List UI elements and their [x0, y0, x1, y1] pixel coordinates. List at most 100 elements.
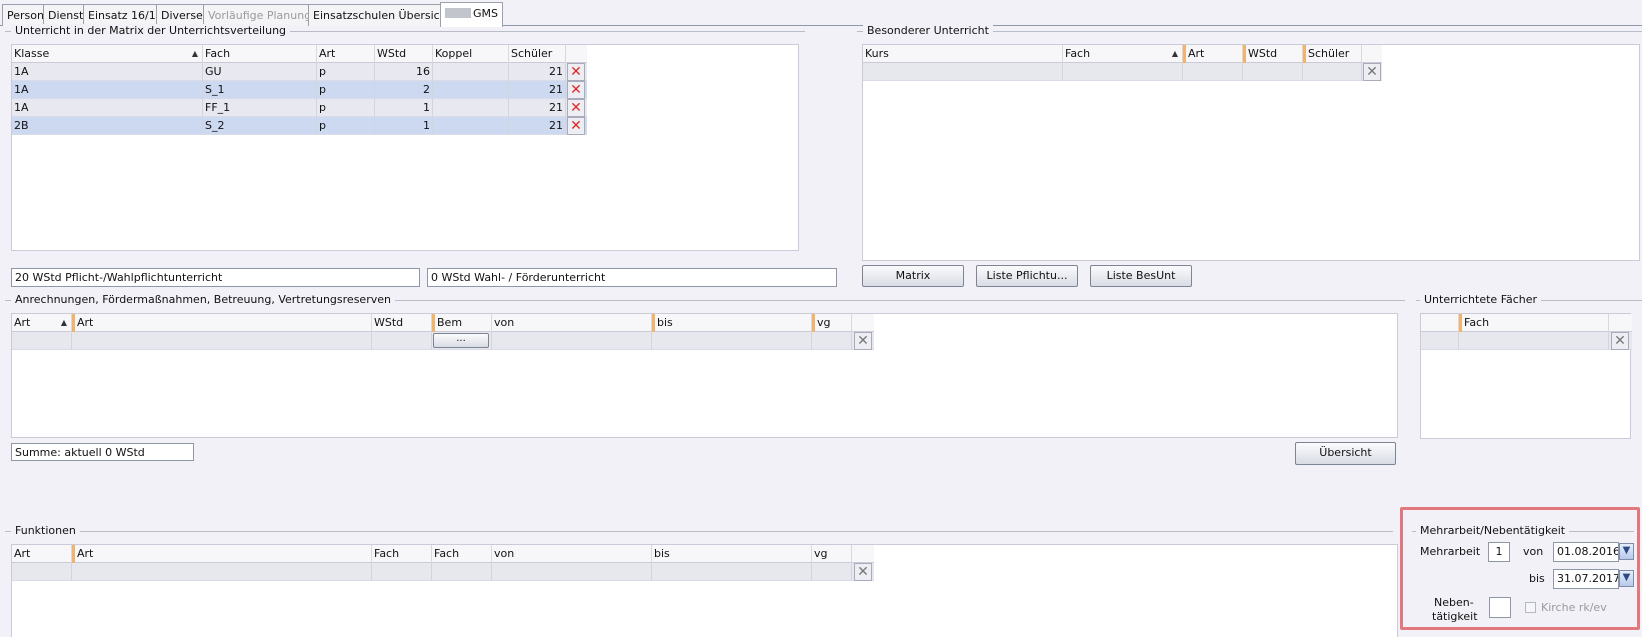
- cell: [12, 332, 72, 350]
- liste-besunt-button[interactable]: Liste BesUnt: [1090, 265, 1192, 287]
- anrechnungen-table[interactable]: Art ▲ Art WStd Bem von bis vg ... ✕: [11, 313, 1398, 438]
- chevron-down-icon[interactable]: ▼: [1619, 570, 1634, 587]
- table-row[interactable]: ✕: [1421, 332, 1632, 350]
- col-art-code[interactable]: Art: [12, 545, 72, 563]
- col-von[interactable]: von: [492, 545, 652, 563]
- von-label: von: [1523, 545, 1544, 558]
- anrechnungen-group: Anrechnungen, Fördermaßnahmen, Betreuung…: [5, 293, 1405, 306]
- unterricht-group: Unterricht in der Matrix der Unterrichts…: [5, 24, 805, 37]
- col-vg[interactable]: vg: [812, 314, 852, 332]
- col-art[interactable]: Art: [1183, 45, 1243, 63]
- col-art[interactable]: Art: [317, 45, 375, 63]
- mehrarbeit-title: Mehrarbeit/Nebentätigkeit: [1416, 524, 1570, 537]
- table-row[interactable]: ✕: [12, 563, 874, 581]
- cell: [72, 332, 372, 350]
- cell-schueler: 21: [509, 117, 566, 135]
- summe-field: Summe: aktuell 0 WStd: [11, 443, 194, 461]
- nebentaetigkeit-input[interactable]: [1489, 597, 1511, 618]
- tab-gms[interactable]: GMS: [440, 2, 503, 27]
- bis-date-input[interactable]: 31.07.2017: [1553, 569, 1619, 589]
- liste-pflicht-button[interactable]: Liste Pflichtu...: [976, 265, 1078, 287]
- table-row[interactable]: 1A GU p 16 21 ✕: [12, 63, 587, 81]
- cell: [1243, 63, 1303, 81]
- cell: [432, 563, 492, 581]
- chevron-down-icon[interactable]: ▼: [1619, 543, 1634, 560]
- col-klasse[interactable]: Klasse ▲: [12, 45, 203, 63]
- table-row[interactable]: ... ✕: [12, 332, 874, 350]
- delete-x-icon[interactable]: ✕: [567, 63, 585, 81]
- faecher-table-header: Fach: [1421, 314, 1632, 332]
- delete-x-icon[interactable]: ✕: [1611, 332, 1629, 350]
- cell-fach: S_2: [203, 117, 317, 135]
- delete-x-icon[interactable]: ✕: [567, 117, 585, 135]
- cell: [652, 563, 812, 581]
- col-bem[interactable]: Bem: [432, 314, 492, 332]
- col-fach[interactable]: Fach: [372, 545, 432, 563]
- cell: [72, 563, 372, 581]
- table-row[interactable]: 2B S_2 p 1 21 ✕: [12, 117, 587, 135]
- cell-fach: S_1: [203, 81, 317, 99]
- bem-ellipsis-button[interactable]: ...: [433, 333, 489, 348]
- tab-vorlaeufige-planung: Vorläufige Planung: [203, 4, 317, 26]
- tab-person[interactable]: Person: [2, 4, 49, 26]
- tab-dienst[interactable]: Dienst: [43, 4, 89, 26]
- col-art[interactable]: Art: [72, 545, 372, 563]
- col-von[interactable]: von: [492, 314, 652, 332]
- col-kurs[interactable]: Kurs: [863, 45, 1063, 63]
- cell: [372, 332, 432, 350]
- cell-koppel: [433, 63, 509, 81]
- delete-x-icon[interactable]: ✕: [854, 332, 872, 350]
- anrechnungen-table-header: Art ▲ Art WStd Bem von bis vg: [12, 314, 874, 332]
- unterricht-table-header: Klasse ▲ Fach Art WStd Koppel Schüler: [12, 45, 587, 63]
- cell-klasse: 2B: [12, 117, 203, 135]
- wahl-summary-field: 0 WStd Wahl- / Förderunterricht: [427, 268, 837, 287]
- funktionen-table[interactable]: Art Art Fach Fach von bis vg ✕: [11, 544, 1398, 637]
- tab-einsatzschulen-uebersicht[interactable]: Einsatzschulen Übersicht: [308, 4, 456, 26]
- kirche-checkbox[interactable]: [1525, 602, 1536, 613]
- delete-x-icon[interactable]: ✕: [1363, 63, 1381, 81]
- faecher-group: Unterrichtete Fächer: [1416, 293, 1642, 306]
- col-schueler[interactable]: Schüler: [1303, 45, 1362, 63]
- col-fach[interactable]: Fach ▲: [1063, 45, 1183, 63]
- tab-bar: Person Dienst Einsatz 16/17 Diverses Vor…: [0, 0, 1642, 27]
- unterricht-table[interactable]: Klasse ▲ Fach Art WStd Koppel Schüler 1A …: [11, 44, 799, 251]
- cell: [812, 332, 852, 350]
- mehrarbeit-group: Mehrarbeit/Nebentätigkeit: [1412, 524, 1634, 537]
- col-wstd[interactable]: WStd: [375, 45, 433, 63]
- col-koppel[interactable]: Koppel: [433, 45, 509, 63]
- col-fach-2[interactable]: Fach: [432, 545, 492, 563]
- delete-x-icon[interactable]: ✕: [567, 99, 585, 117]
- cell-schueler: 21: [509, 81, 566, 99]
- delete-x-icon[interactable]: ✕: [567, 81, 585, 99]
- col-fach[interactable]: Fach: [203, 45, 317, 63]
- besonderer-table[interactable]: Kurs Fach ▲ Art WStd Schüler ✕: [862, 44, 1640, 261]
- col-art[interactable]: Art: [72, 314, 372, 332]
- table-row[interactable]: 1A S_1 p 2 21 ✕: [12, 81, 587, 99]
- delete-x-icon[interactable]: ✕: [854, 563, 872, 581]
- school-logo-icon: [445, 8, 471, 18]
- col-bis[interactable]: bis: [652, 314, 812, 332]
- table-row[interactable]: ✕: [863, 63, 1382, 81]
- cell: [1183, 63, 1243, 81]
- col-bis[interactable]: bis: [652, 545, 812, 563]
- mehrarbeit-input[interactable]: 1: [1488, 542, 1510, 562]
- table-row[interactable]: 1A FF_1 p 1 21 ✕: [12, 99, 587, 117]
- col-wstd[interactable]: WStd: [1243, 45, 1303, 63]
- uebersicht-button[interactable]: Übersicht: [1295, 442, 1396, 465]
- col-vg[interactable]: vg: [812, 545, 852, 563]
- col-wstd[interactable]: WStd: [372, 314, 432, 332]
- cell-art: p: [317, 99, 375, 117]
- matrix-button[interactable]: Matrix: [862, 265, 964, 287]
- cell-klasse: 1A: [12, 81, 203, 99]
- cell-wstd: 16: [375, 63, 433, 81]
- col-fach[interactable]: Fach: [1459, 314, 1609, 332]
- col-art-code[interactable]: Art ▲: [12, 314, 72, 332]
- cell-wstd: 2: [375, 81, 433, 99]
- faecher-table[interactable]: Fach ✕: [1420, 313, 1632, 439]
- sort-ascending-icon: ▲: [60, 318, 67, 327]
- von-date-input[interactable]: 01.08.2016: [1553, 542, 1619, 562]
- cell-koppel: [433, 81, 509, 99]
- faecher-title: Unterrichtete Fächer: [1420, 293, 1542, 306]
- cell: [12, 563, 72, 581]
- col-schueler[interactable]: Schüler: [509, 45, 566, 63]
